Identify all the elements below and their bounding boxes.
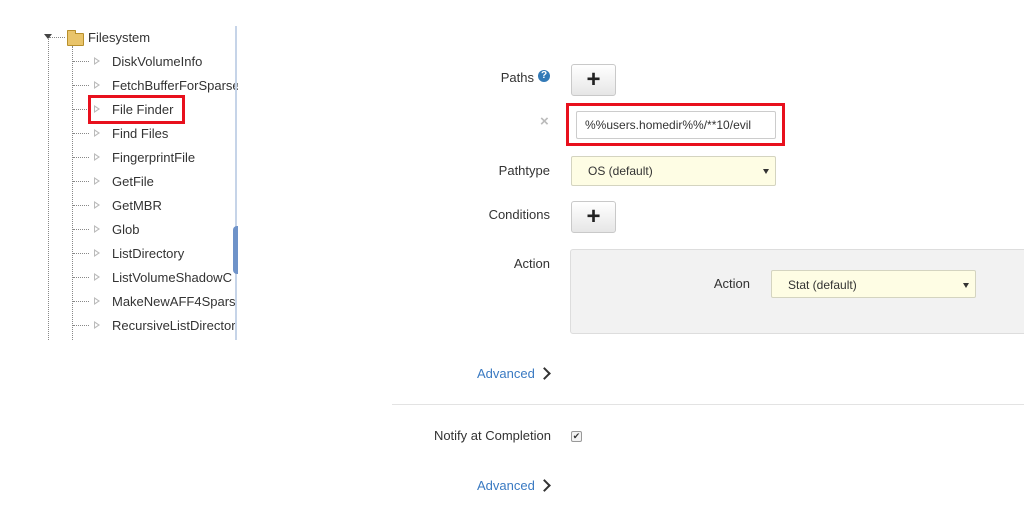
tree-resize-handle[interactable]	[233, 226, 238, 274]
caret-down-icon	[963, 283, 969, 288]
tree-item-label[interactable]: DiskVolumeInfo	[112, 54, 202, 70]
tree-connector	[73, 301, 89, 302]
tree-connector	[73, 181, 89, 182]
tree-connector	[73, 157, 89, 158]
advanced-link[interactable]: Advanced	[477, 478, 535, 493]
tree-root-label[interactable]: Filesystem	[88, 30, 150, 46]
tree-connector	[73, 253, 89, 254]
tree-item-label[interactable]: ListDirectory	[112, 246, 184, 262]
help-icon[interactable]: ?	[538, 70, 550, 82]
tree-item-label[interactable]: Glob	[112, 222, 139, 238]
tree-item-label[interactable]: MakeNewAFF4Spars	[112, 294, 236, 310]
folder-icon	[67, 30, 84, 46]
expand-right-icon[interactable]	[94, 57, 100, 65]
notify-label: Notify at Completion	[433, 428, 551, 443]
chevron-right-icon[interactable]	[538, 479, 551, 492]
notify-checkbox[interactable]: ✔	[571, 431, 582, 442]
expand-right-icon[interactable]	[94, 225, 100, 233]
remove-path-icon[interactable]: ×	[540, 113, 549, 130]
tree-guide-line	[48, 37, 49, 340]
add-condition-button[interactable]: +	[571, 201, 616, 233]
add-path-button[interactable]: +	[571, 64, 616, 96]
tree-item-label[interactable]: FetchBufferForSparse	[112, 78, 238, 94]
tree-item-label[interactable]: GetFile	[112, 174, 154, 190]
expand-right-icon[interactable]	[94, 177, 100, 185]
tree-connector	[73, 277, 89, 278]
tree-scrollbar[interactable]	[235, 26, 237, 340]
expand-right-icon[interactable]	[94, 81, 100, 89]
expand-right-icon[interactable]	[94, 201, 100, 209]
chevron-right-icon[interactable]	[538, 367, 551, 380]
tree-connector	[73, 325, 89, 326]
tree-connector	[73, 61, 89, 62]
tree-guide-line	[72, 46, 73, 340]
paths-label: Paths	[500, 70, 534, 85]
tree-item-label[interactable]: Find Files	[112, 126, 168, 142]
advanced-link[interactable]: Advanced	[477, 366, 535, 381]
expand-down-icon[interactable]	[44, 34, 52, 39]
expand-right-icon[interactable]	[94, 321, 100, 329]
action-label: Action	[513, 256, 550, 271]
tree-item-label[interactable]: GetMBR	[112, 198, 162, 214]
pathtype-select[interactable]: OS (default)	[571, 156, 776, 186]
expand-right-icon[interactable]	[94, 153, 100, 161]
tree-connector	[73, 229, 89, 230]
expand-right-icon[interactable]	[94, 273, 100, 281]
tree-connector	[73, 109, 89, 110]
expand-right-icon[interactable]	[94, 249, 100, 257]
expand-right-icon[interactable]	[94, 129, 100, 137]
file-finder-highlight	[88, 95, 185, 124]
section-divider	[392, 404, 1024, 405]
pathtype-selected: OS (default)	[588, 164, 653, 178]
flow-tree: Filesystem DiskVolumeInfo FetchBufferFor…	[0, 0, 238, 340]
tree-item-label[interactable]: ListVolumeShadowC	[112, 270, 232, 286]
expand-right-icon[interactable]	[94, 297, 100, 305]
conditions-label: Conditions	[488, 207, 550, 222]
tree-item-label[interactable]: RecursiveListDirector	[112, 318, 236, 334]
tree-connector	[73, 205, 89, 206]
caret-down-icon	[763, 169, 769, 174]
action-inner-label: Action	[713, 276, 750, 291]
action-select[interactable]: Stat (default)	[771, 270, 976, 298]
tree-connector	[73, 85, 89, 86]
pathtype-label: Pathtype	[498, 163, 550, 178]
action-selected: Stat (default)	[788, 278, 857, 292]
tree-item-label[interactable]: FingerprintFile	[112, 150, 195, 166]
path-input[interactable]: %%users.homedir%%/**10/evil	[576, 111, 776, 139]
tree-connector	[73, 133, 89, 134]
